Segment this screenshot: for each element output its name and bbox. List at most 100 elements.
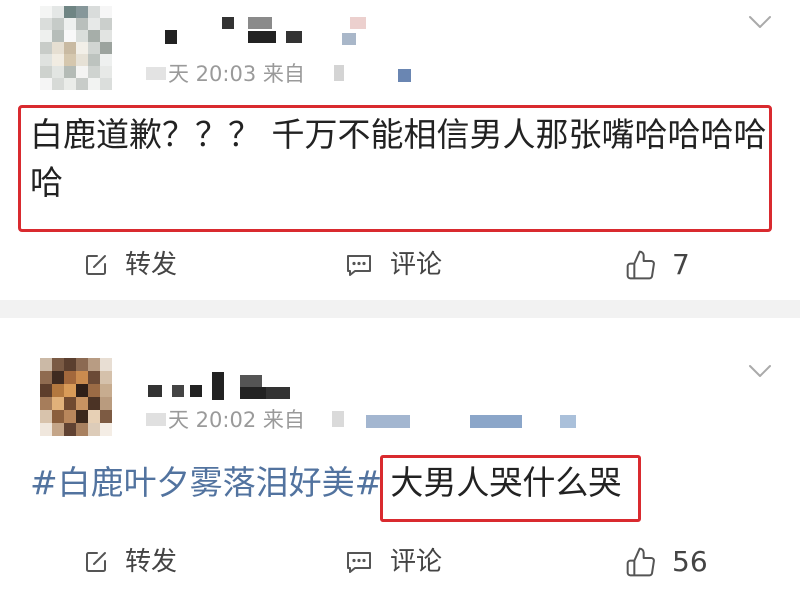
avatar-pixel (100, 397, 112, 410)
post-timestamp: 天 20:02 来自 (168, 408, 305, 432)
avatar-pixel (100, 42, 112, 54)
avatar-pixel (40, 384, 52, 397)
avatar-pixel (88, 30, 100, 42)
blur-block (240, 387, 266, 399)
comment-button[interactable]: 评论 (345, 545, 442, 579)
like-button[interactable]: 56 (624, 545, 708, 579)
avatar-pixel (40, 397, 52, 410)
username-blurred[interactable] (140, 10, 380, 50)
avatar-pixel (100, 54, 112, 66)
avatar-pixel (40, 423, 52, 436)
blur-block (248, 31, 276, 43)
avatar-pixel (88, 423, 100, 436)
hashtag-link[interactable]: #白鹿叶夕雾落泪好美# (30, 463, 382, 502)
timestamp-blur (146, 413, 166, 426)
avatar-pixel (52, 30, 64, 42)
avatar-pixel (64, 371, 76, 384)
avatar[interactable] (40, 358, 112, 436)
blur-block (248, 17, 272, 29)
like-button[interactable]: 7 (624, 248, 690, 282)
avatar-pixel (88, 54, 100, 66)
repost-button[interactable]: 转发 (84, 545, 177, 579)
avatar-pixel (52, 423, 64, 436)
comment-button[interactable]: 评论 (345, 248, 442, 282)
avatar-pixel (76, 384, 88, 397)
avatar-pixel (40, 66, 52, 78)
avatar-pixel (100, 358, 112, 371)
blur-block (222, 17, 234, 29)
source-blur (366, 415, 410, 428)
avatar-pixel (88, 18, 100, 30)
avatar-pixel (40, 42, 52, 54)
feed-post: 天 20:03 来自 白鹿道歉？？？ 千万不能相信男人那张嘴哈哈哈哈哈 转发 评… (0, 0, 800, 300)
avatar-pixel (64, 54, 76, 66)
avatar-pixel (88, 397, 100, 410)
repost-button[interactable]: 转发 (84, 248, 177, 282)
avatar-pixel (76, 410, 88, 423)
avatar-pixel (100, 6, 112, 18)
repost-label: 转发 (125, 250, 178, 280)
avatar-pixel (100, 384, 112, 397)
avatar-pixel (52, 384, 64, 397)
avatar-pixel (76, 18, 88, 30)
blur-block (165, 30, 177, 44)
avatar-pixel (100, 410, 112, 423)
avatar-pixel (52, 78, 64, 90)
avatar-pixel (64, 423, 76, 436)
avatar-pixel (64, 18, 76, 30)
avatar-pixel (88, 358, 100, 371)
like-count: 7 (672, 248, 690, 281)
avatar-pixel (64, 397, 76, 410)
avatar-pixel (40, 371, 52, 384)
chevron-down-icon[interactable] (748, 363, 772, 377)
highlighted-text: 大男人哭什么哭 (380, 455, 642, 522)
username-blurred[interactable] (140, 368, 300, 408)
avatar-pixel (64, 384, 76, 397)
avatar-pixel (88, 371, 100, 384)
avatar-pixel (64, 42, 76, 54)
avatar-pixel (76, 371, 88, 384)
avatar-pixel (40, 78, 52, 90)
avatar-pixel (64, 410, 76, 423)
avatar-pixel (88, 66, 100, 78)
avatar-pixel (76, 358, 88, 371)
timestamp-blur (146, 67, 166, 80)
avatar-pixel (76, 6, 88, 18)
blur-block (172, 385, 184, 397)
feed-divider (0, 300, 800, 318)
avatar-pixel (76, 397, 88, 410)
avatar-pixel (52, 42, 64, 54)
avatar-pixel (64, 30, 76, 42)
share-icon (84, 550, 108, 574)
avatar-pixel (64, 358, 76, 371)
avatar-pixel (100, 18, 112, 30)
action-bar: 转发 评论 56 (0, 545, 800, 579)
repost-label: 转发 (125, 547, 178, 577)
source-blur (560, 415, 576, 428)
avatar-pixel (100, 66, 112, 78)
blur-block (148, 385, 162, 397)
like-count: 56 (672, 545, 708, 578)
source-blur (398, 69, 411, 82)
feed-post: 天 20:02 来自 #白鹿叶夕雾落泪好美# 大男人哭什么哭 转发 评论 56 (0, 318, 800, 590)
blur-block (266, 387, 290, 399)
chevron-down-icon[interactable] (748, 14, 772, 28)
avatar-pixel (100, 371, 112, 384)
avatar-pixel (40, 410, 52, 423)
avatar-pixel (88, 78, 100, 90)
avatar-pixel (64, 6, 76, 18)
blur-block (190, 385, 202, 397)
comment-icon (345, 550, 373, 574)
thumbs-up-icon (624, 546, 658, 578)
avatar-pixel (64, 66, 76, 78)
avatar-pixel (40, 54, 52, 66)
blur-block (240, 375, 262, 387)
blur-block (350, 17, 366, 29)
avatar[interactable] (40, 6, 112, 90)
avatar-pixel (52, 18, 64, 30)
blur-block (286, 31, 302, 43)
avatar-pixel (100, 423, 112, 436)
avatar-pixel (76, 30, 88, 42)
post-text: #白鹿叶夕雾落泪好美# 大男人哭什么哭 (30, 455, 775, 522)
source-blur (470, 415, 522, 428)
